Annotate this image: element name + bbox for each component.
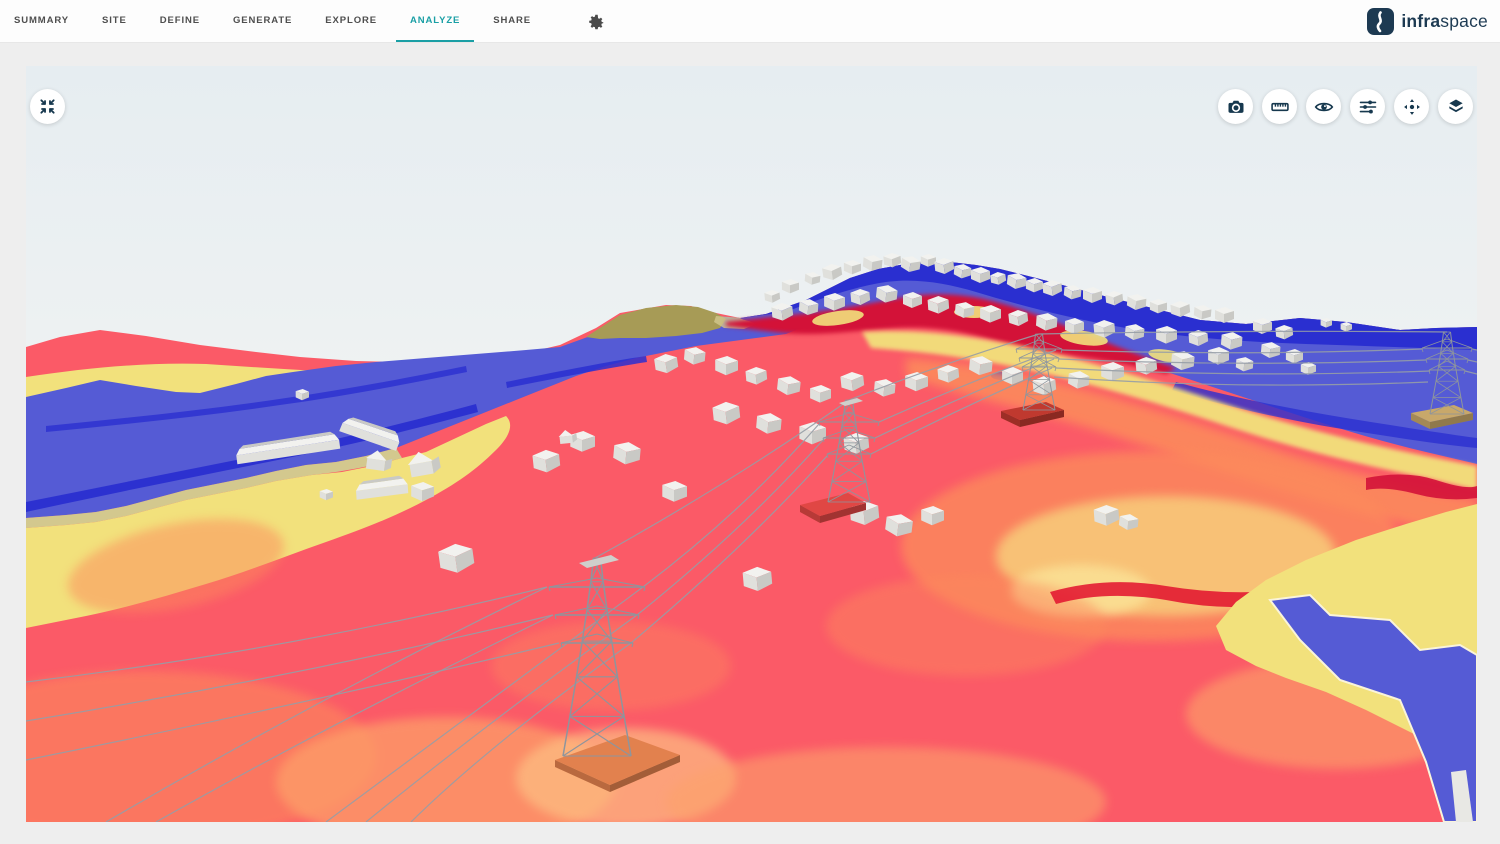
sliders-icon bbox=[1358, 97, 1378, 117]
measure-button[interactable] bbox=[1262, 89, 1297, 124]
screenshot-button[interactable] bbox=[1218, 89, 1253, 124]
camera-icon bbox=[1226, 97, 1246, 117]
brand-name: infraspace bbox=[1401, 11, 1488, 32]
fit-view-button[interactable] bbox=[30, 89, 65, 124]
layers-button[interactable] bbox=[1438, 89, 1473, 124]
layers-icon bbox=[1446, 97, 1466, 117]
fit-view-icon bbox=[38, 97, 57, 116]
tab-define[interactable]: DEFINE bbox=[146, 0, 214, 42]
tab-generate[interactable]: GENERATE bbox=[219, 0, 306, 42]
move-icon bbox=[1402, 97, 1422, 117]
nav-tabs: SUMMARYSITEDEFINEGENERATEEXPLOREANALYZES… bbox=[0, 0, 545, 42]
tab-site[interactable]: SITE bbox=[88, 0, 141, 42]
tab-explore[interactable]: EXPLORE bbox=[311, 0, 391, 42]
gear-icon bbox=[587, 12, 606, 31]
visibility-button[interactable] bbox=[1306, 89, 1341, 124]
tab-share[interactable]: SHARE bbox=[479, 0, 545, 42]
settings-button[interactable] bbox=[577, 0, 616, 42]
display-settings-button[interactable] bbox=[1350, 89, 1385, 124]
brand-logo: infraspace bbox=[1367, 0, 1488, 42]
viewport-toolbar bbox=[1218, 89, 1473, 124]
ruler-icon bbox=[1270, 97, 1290, 117]
tab-analyze[interactable]: ANALYZE bbox=[396, 0, 474, 42]
infraspace-logo-icon bbox=[1367, 8, 1394, 35]
top-navigation: SUMMARYSITEDEFINEGENERATEEXPLOREANALYZES… bbox=[0, 0, 1500, 43]
terrain-heatmap-render bbox=[26, 66, 1477, 822]
eye-icon bbox=[1314, 97, 1334, 117]
tab-summary[interactable]: SUMMARY bbox=[0, 0, 83, 42]
3d-viewport[interactable] bbox=[26, 66, 1477, 822]
pan-button[interactable] bbox=[1394, 89, 1429, 124]
